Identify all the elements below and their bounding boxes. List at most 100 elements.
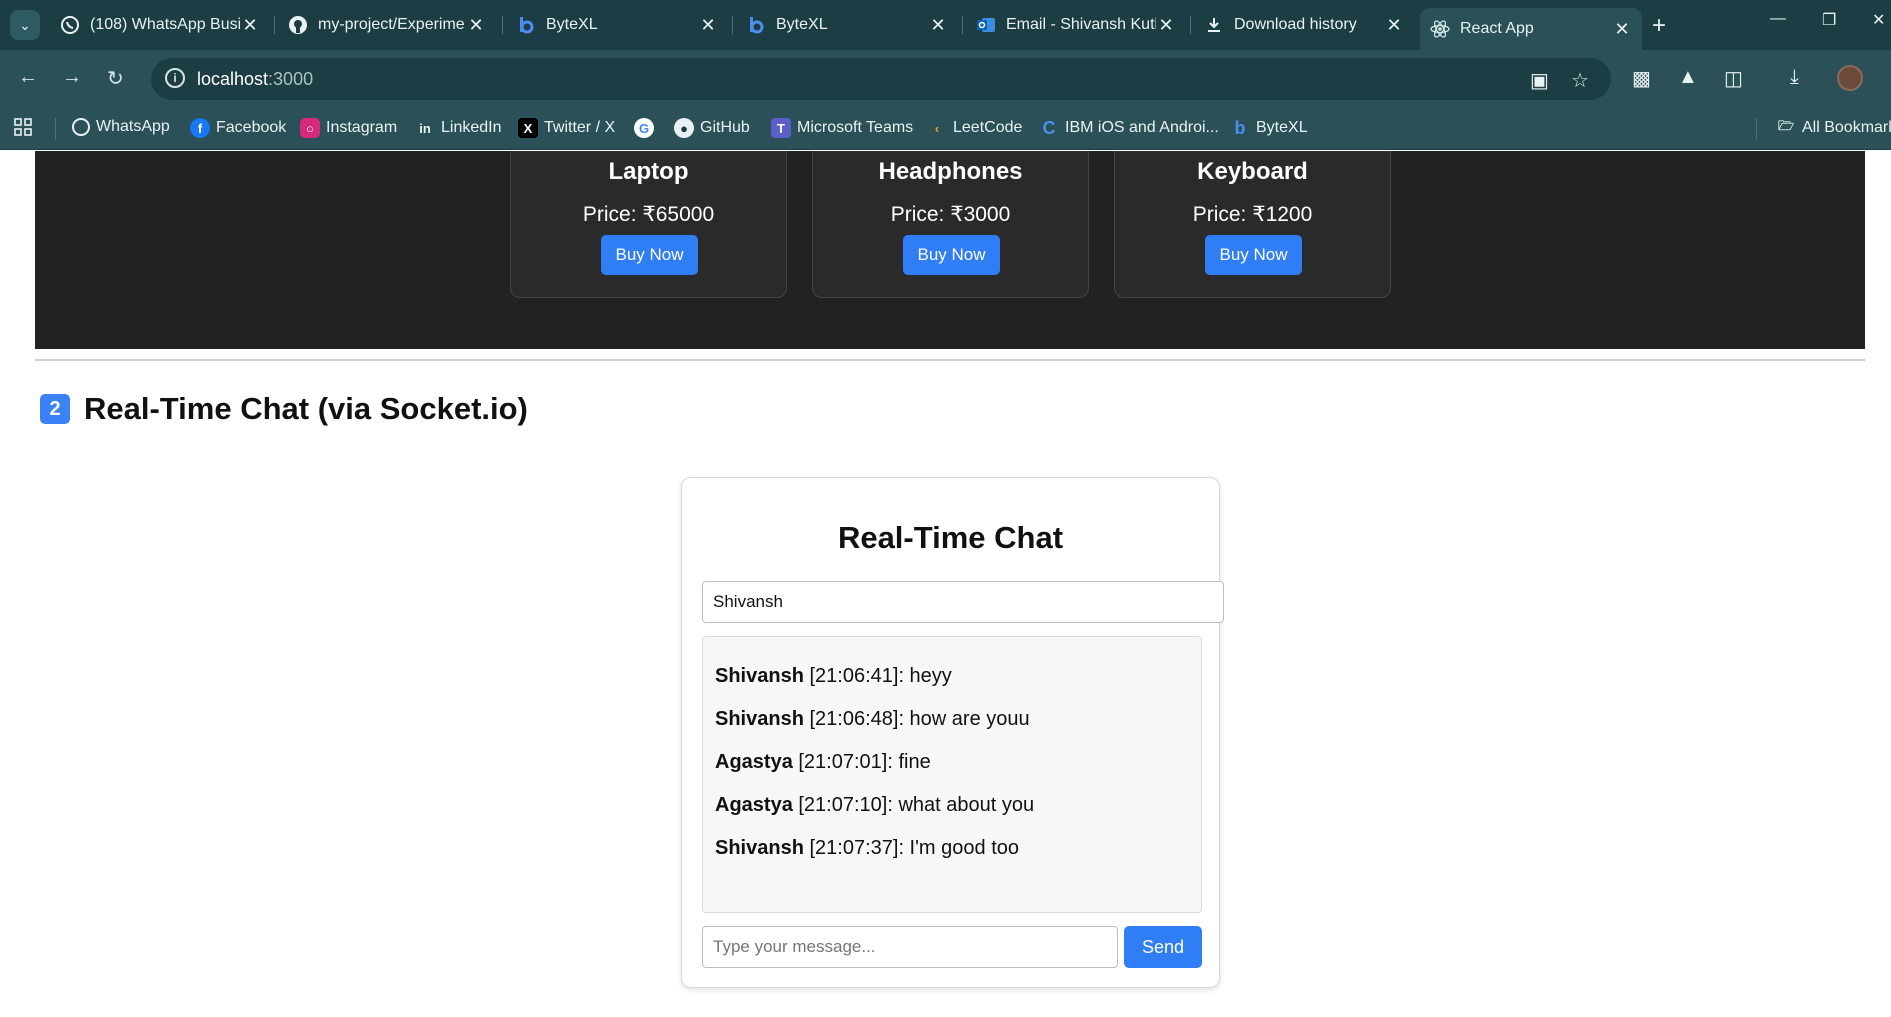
product-price: Price: ₹1200 (1192, 203, 1313, 226)
chat-message: Agastya [21:07:10]: what about you (715, 794, 1189, 837)
buy-now-button[interactable]: Buy Now (1205, 235, 1302, 275)
outlook-icon (976, 15, 996, 35)
close-icon[interactable]: ✕ (240, 15, 260, 36)
whatsapp-icon (60, 15, 80, 35)
tab-title: (108) WhatsApp Busi (90, 16, 240, 33)
bookmark-twitter[interactable]: X Twitter / X (518, 118, 615, 138)
back-arrow-icon[interactable]: ← (18, 66, 38, 89)
tab-title: React App (1460, 20, 1534, 37)
tab-bytexl-2[interactable]: ByteXL ✕ (736, 8, 958, 42)
restore-icon[interactable]: ❐ (1822, 10, 1836, 30)
message-input[interactable] (702, 926, 1118, 968)
new-tab-button[interactable]: + (1652, 12, 1666, 40)
bookmark-leetcode[interactable]: ‹ LeetCode (927, 118, 1023, 138)
tab-react-app[interactable]: React App ✕ (1420, 8, 1642, 50)
bookmark-linkedin[interactable]: in LinkedIn (415, 118, 502, 138)
product-name: Keyboard (1197, 158, 1308, 185)
bookmark-label: LinkedIn (441, 119, 502, 136)
tab-download-history[interactable]: Download history ✕ (1194, 8, 1414, 42)
chat-card: Real-Time Chat Shivansh [21:06:41]: heyy… (681, 477, 1224, 988)
close-icon[interactable]: ✕ (1384, 15, 1404, 36)
x-icon: X (518, 118, 538, 138)
section-divider (35, 359, 1865, 361)
bookmark-teams[interactable]: T Microsoft Teams (771, 118, 913, 138)
minimize-icon[interactable]: — (1770, 10, 1786, 28)
close-icon[interactable]: ✕ (466, 15, 486, 36)
username-input[interactable] (702, 581, 1224, 623)
bytexl-icon (516, 15, 536, 35)
tab-title: ByteXL (546, 16, 598, 33)
forward-arrow-icon[interactable]: → (62, 66, 82, 89)
facebook-icon: f (190, 118, 210, 138)
react-icon (1430, 19, 1450, 39)
bookmark-label: IBM iOS and Androi... (1065, 119, 1219, 136)
tab-search-button[interactable]: ⌄ (10, 10, 40, 40)
extensions-icon[interactable]: ◫ (1724, 66, 1743, 91)
tab-separator (1190, 16, 1191, 34)
bookmark-separator (55, 118, 56, 140)
bookmark-label: ByteXL (1256, 119, 1308, 136)
messages-list[interactable]: Shivansh [21:06:41]: heyy Shivansh [21:0… (702, 636, 1202, 913)
avatar[interactable] (1837, 65, 1863, 91)
bookmark-ibm[interactable]: C IBM iOS and Androi... (1039, 118, 1219, 138)
download-icon (1204, 15, 1224, 35)
url-port: :3000 (268, 69, 314, 89)
tab-email[interactable]: Email - Shivansh Kutl ✕ (966, 8, 1186, 42)
address-bar[interactable]: i localhost:3000 ▣ ☆ (151, 58, 1611, 100)
bookmark-github[interactable]: ● GitHub (674, 118, 750, 138)
product-price: Price: ₹65000 (582, 203, 715, 226)
products-section: Laptop Price: ₹65000 Buy Now Headphones … (35, 151, 1865, 349)
page-viewport: Laptop Price: ₹65000 Buy Now Headphones … (0, 151, 1891, 1017)
close-icon[interactable]: ✕ (928, 15, 948, 36)
bookmark-whatsapp[interactable]: WhatsApp (72, 118, 170, 136)
bookmark-label: WhatsApp (96, 118, 170, 135)
buy-now-button[interactable]: Buy Now (903, 235, 1000, 275)
tab-github[interactable]: my-project/Experime ✕ (278, 8, 496, 42)
tab-whatsapp[interactable]: (108) WhatsApp Busi ✕ (50, 8, 270, 42)
tab-title: Download history (1234, 16, 1357, 33)
folder-icon: 🗁 (1777, 118, 1795, 133)
message-text: [21:07:10]: what about you (792, 794, 1035, 816)
url-text[interactable]: localhost:3000 (197, 69, 313, 90)
bookmark-bytexl[interactable]: b ByteXL (1230, 118, 1308, 138)
buy-now-button[interactable]: Buy Now (601, 235, 698, 275)
window-close-icon[interactable]: ✕ (1872, 10, 1885, 30)
message-text: [21:06:41]: heyy (803, 665, 952, 687)
tab-separator (502, 16, 503, 34)
google-icon: G (634, 118, 654, 138)
product-price: Price: ₹3000 (890, 203, 1011, 226)
send-button[interactable]: Send (1124, 926, 1202, 968)
downloads-icon[interactable]: ⤓ (1790, 66, 1799, 89)
install-app-icon[interactable]: ▣ (1530, 68, 1549, 93)
bookmark-google[interactable]: G (634, 118, 660, 138)
apps-grid-icon[interactable] (14, 118, 32, 136)
all-bookmarks[interactable]: 🗁 All Bookmarks (1776, 118, 1891, 138)
site-info-icon[interactable]: i (165, 68, 185, 88)
whatsapp-icon (72, 118, 90, 136)
tab-strip: ⌄ (108) WhatsApp Busi ✕ my-project/Exper… (0, 0, 1891, 50)
close-icon[interactable]: ✕ (1156, 15, 1176, 36)
number-badge: 2 (40, 394, 70, 424)
bookmark-star-icon[interactable]: ☆ (1571, 68, 1589, 93)
tab-group-icon[interactable]: ▩ (1632, 66, 1651, 91)
drive-icon[interactable]: ▲ (1678, 66, 1698, 89)
bookmark-instagram[interactable]: ○ Instagram (300, 118, 397, 138)
tab-bytexl-1[interactable]: ByteXL ✕ (506, 8, 728, 42)
message-user: Shivansh (715, 708, 804, 730)
close-icon[interactable]: ✕ (698, 15, 718, 36)
bookmark-facebook[interactable]: f Facebook (190, 118, 286, 138)
teams-icon: T (771, 118, 791, 138)
message-text: [21:07:37]: I'm good too (803, 837, 1019, 859)
message-user: Shivansh (715, 837, 804, 859)
product-name: Headphones (878, 158, 1023, 185)
product-card: Keyboard Price: ₹1200 Buy Now (1114, 151, 1391, 298)
section-title: Real-Time Chat (via Socket.io) (84, 391, 528, 426)
linkedin-icon: in (419, 120, 431, 136)
bookmarks-bar: WhatsApp f Facebook ○ Instagram in Linke… (0, 108, 1891, 150)
message-text: [21:06:48]: how are youu (803, 708, 1030, 730)
tab-title: ByteXL (776, 16, 828, 33)
reload-icon[interactable]: ↻ (107, 66, 124, 91)
close-icon[interactable]: ✕ (1612, 19, 1632, 40)
bookmark-label: Microsoft Teams (797, 119, 914, 136)
chat-message: Shivansh [21:06:41]: heyy (715, 665, 1189, 708)
